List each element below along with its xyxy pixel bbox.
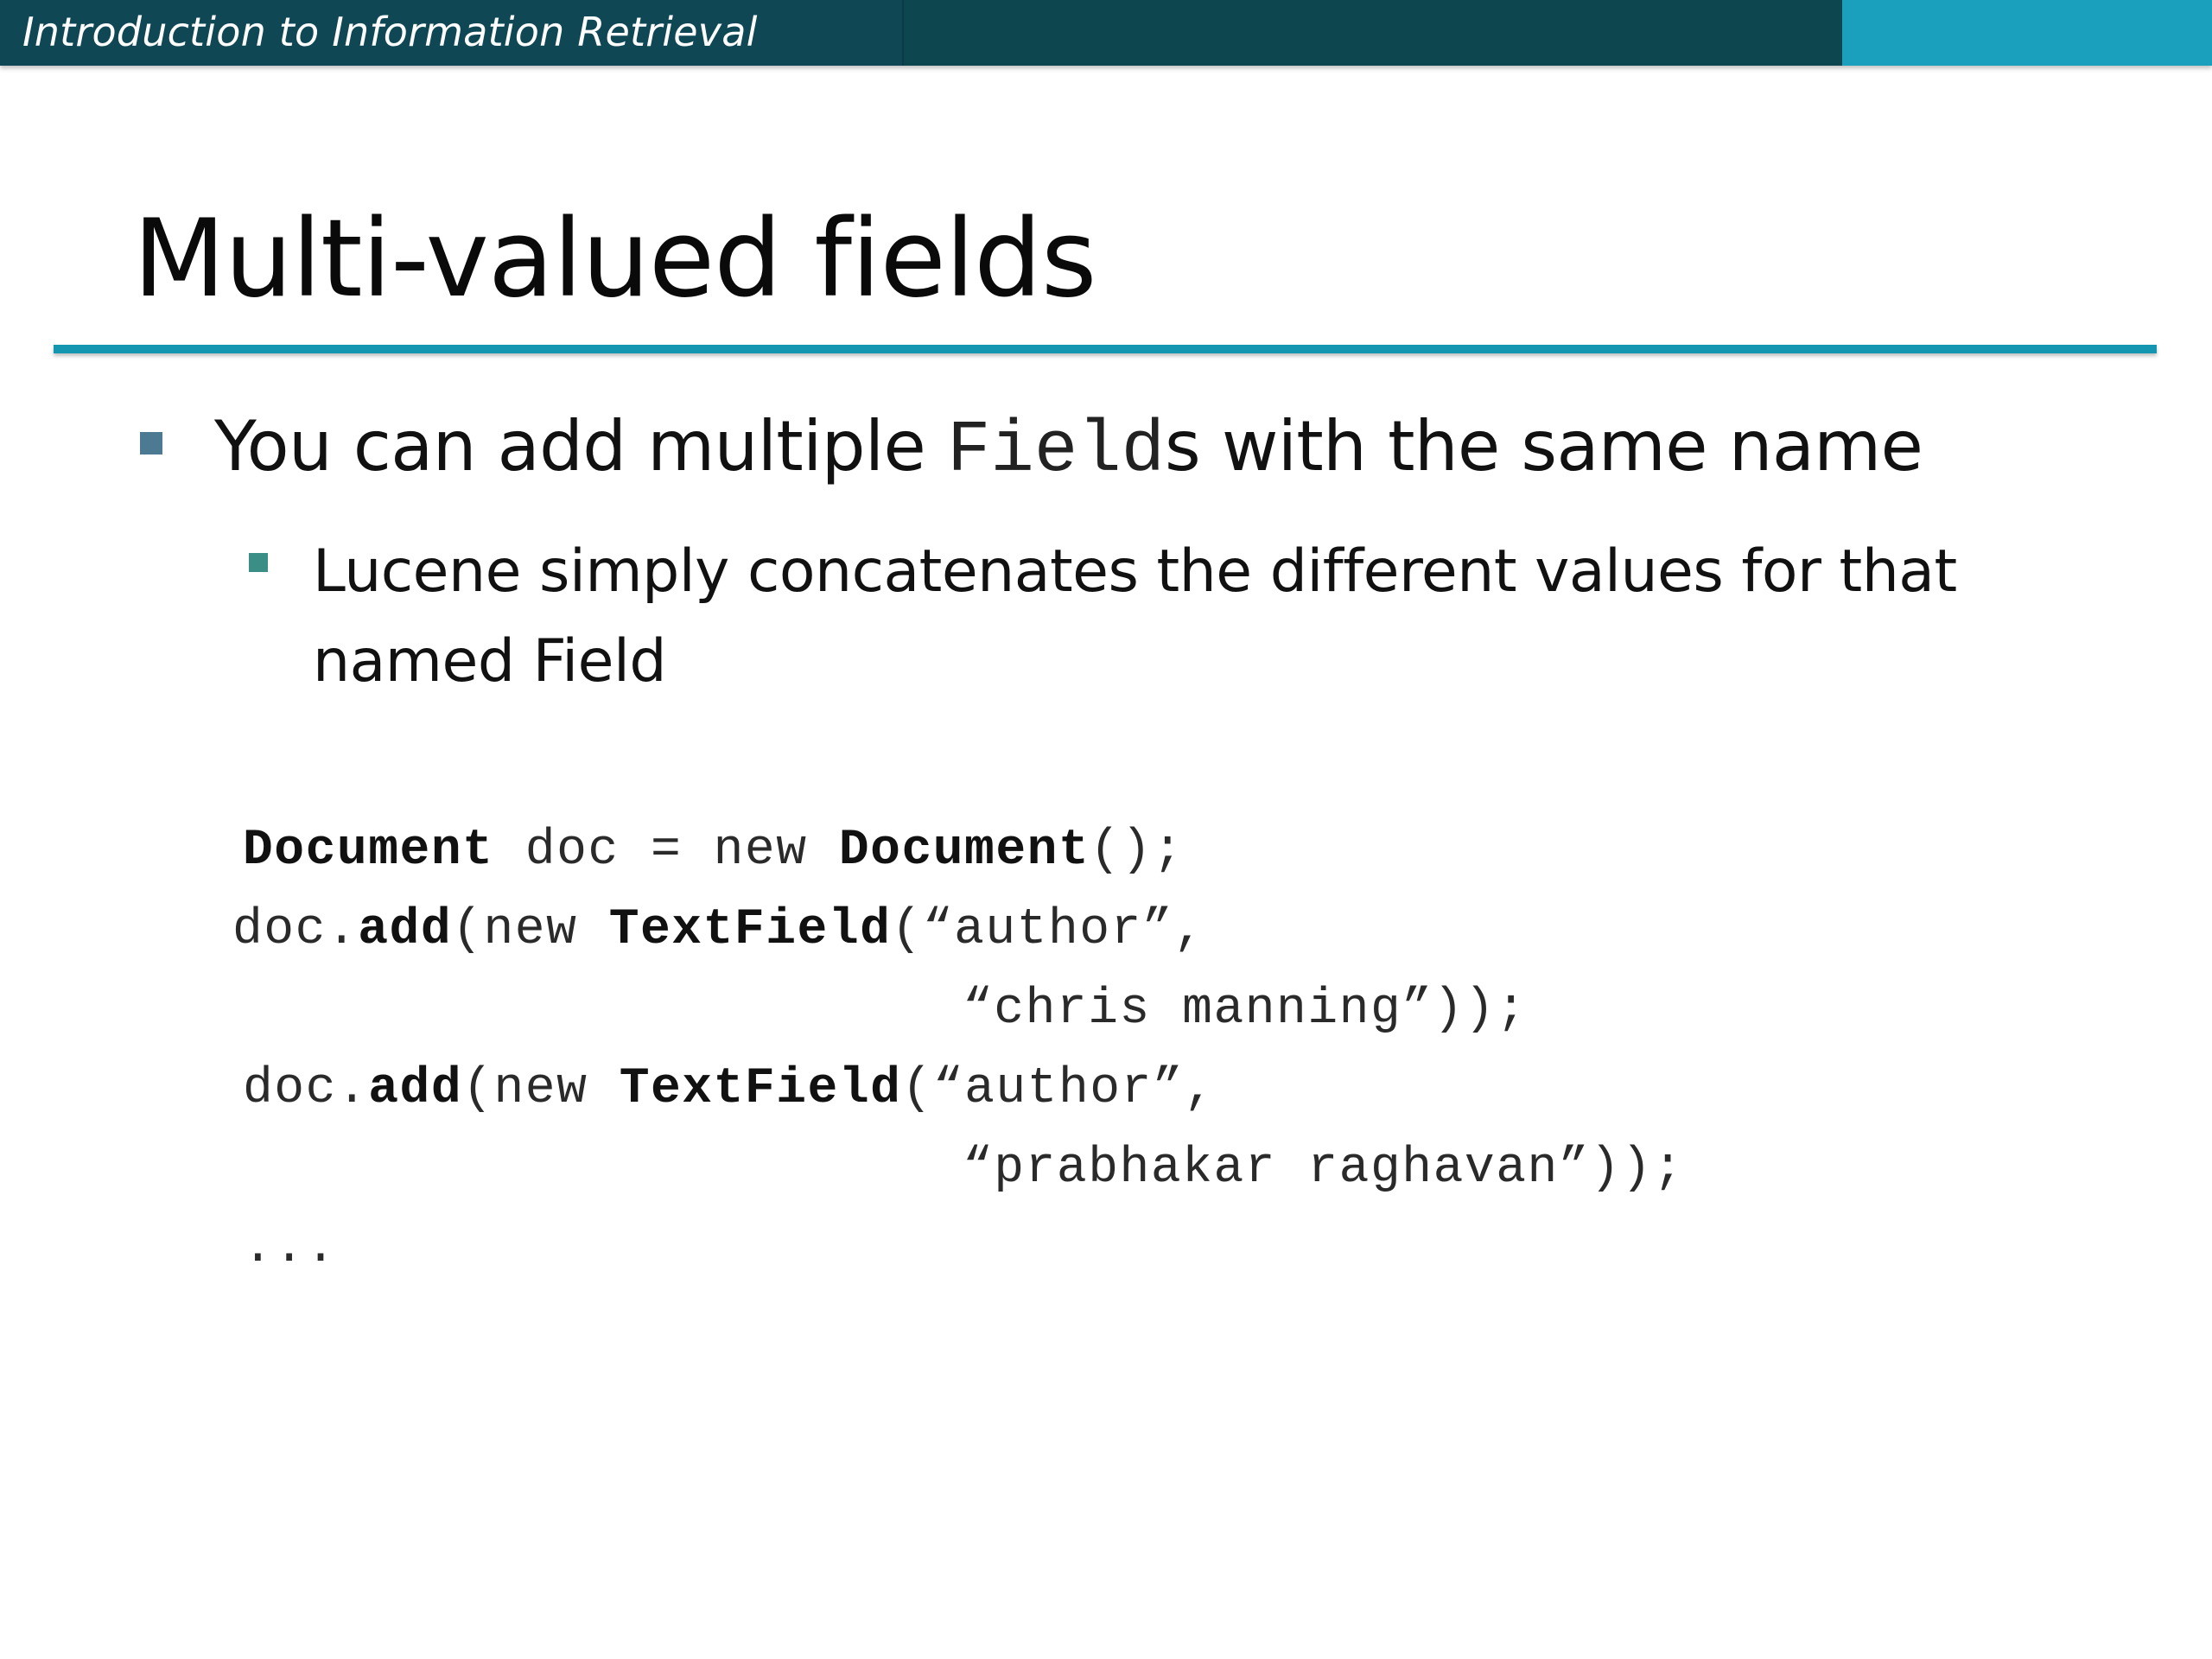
code-text: (new [452, 902, 609, 958]
code-text: (“author”, [891, 902, 1205, 958]
bullet-text-level1: You can add multiple Fields with the sam… [214, 406, 1923, 493]
code-keyword: Document [838, 823, 1090, 879]
bullet-text-level2: Lucene simply concatenates the different… [313, 537, 1957, 696]
square-bullet-icon-sub [249, 553, 268, 572]
code-keyword: Document [243, 823, 494, 879]
code-line-6: ... [243, 1220, 337, 1276]
code-text: doc = new [493, 823, 839, 879]
bullet1-code-field: Field [947, 410, 1166, 493]
header-title: Introduction to Information Retrieval [22, 9, 758, 55]
title-divider [54, 345, 2157, 353]
bullet1-text-post: s with the same name [1165, 406, 1923, 486]
code-line-4: doc.add(new TextField(“author”, [243, 1061, 1216, 1117]
code-keyword: add [358, 902, 453, 958]
code-text: (“author”, [901, 1061, 1216, 1117]
code-text: (); [1090, 823, 1185, 879]
header-segment-middle [902, 0, 1844, 66]
code-keyword: TextField [608, 902, 892, 958]
header-segment-accent [1842, 0, 2212, 66]
code-line-1: Document doc = new Document(); [243, 823, 1184, 879]
square-bullet-icon [140, 432, 162, 454]
code-text: (new [462, 1061, 620, 1117]
code-text: doc. [243, 1061, 369, 1117]
code-line-3: “chris manning”)); [963, 982, 1528, 1038]
code-keyword: TextField [619, 1061, 902, 1117]
bullet1-text-pre: You can add multiple [214, 406, 947, 486]
code-line-2: doc.add(new TextField(“author”, [232, 902, 1205, 958]
slide-title: Multi-valued fields [133, 197, 1096, 321]
code-line-5: “prabhakar raghavan”)); [963, 1141, 1685, 1197]
header-bar: Introduction to Information Retrieval [0, 0, 2212, 66]
code-text: doc. [232, 902, 359, 958]
code-keyword: add [368, 1061, 463, 1117]
